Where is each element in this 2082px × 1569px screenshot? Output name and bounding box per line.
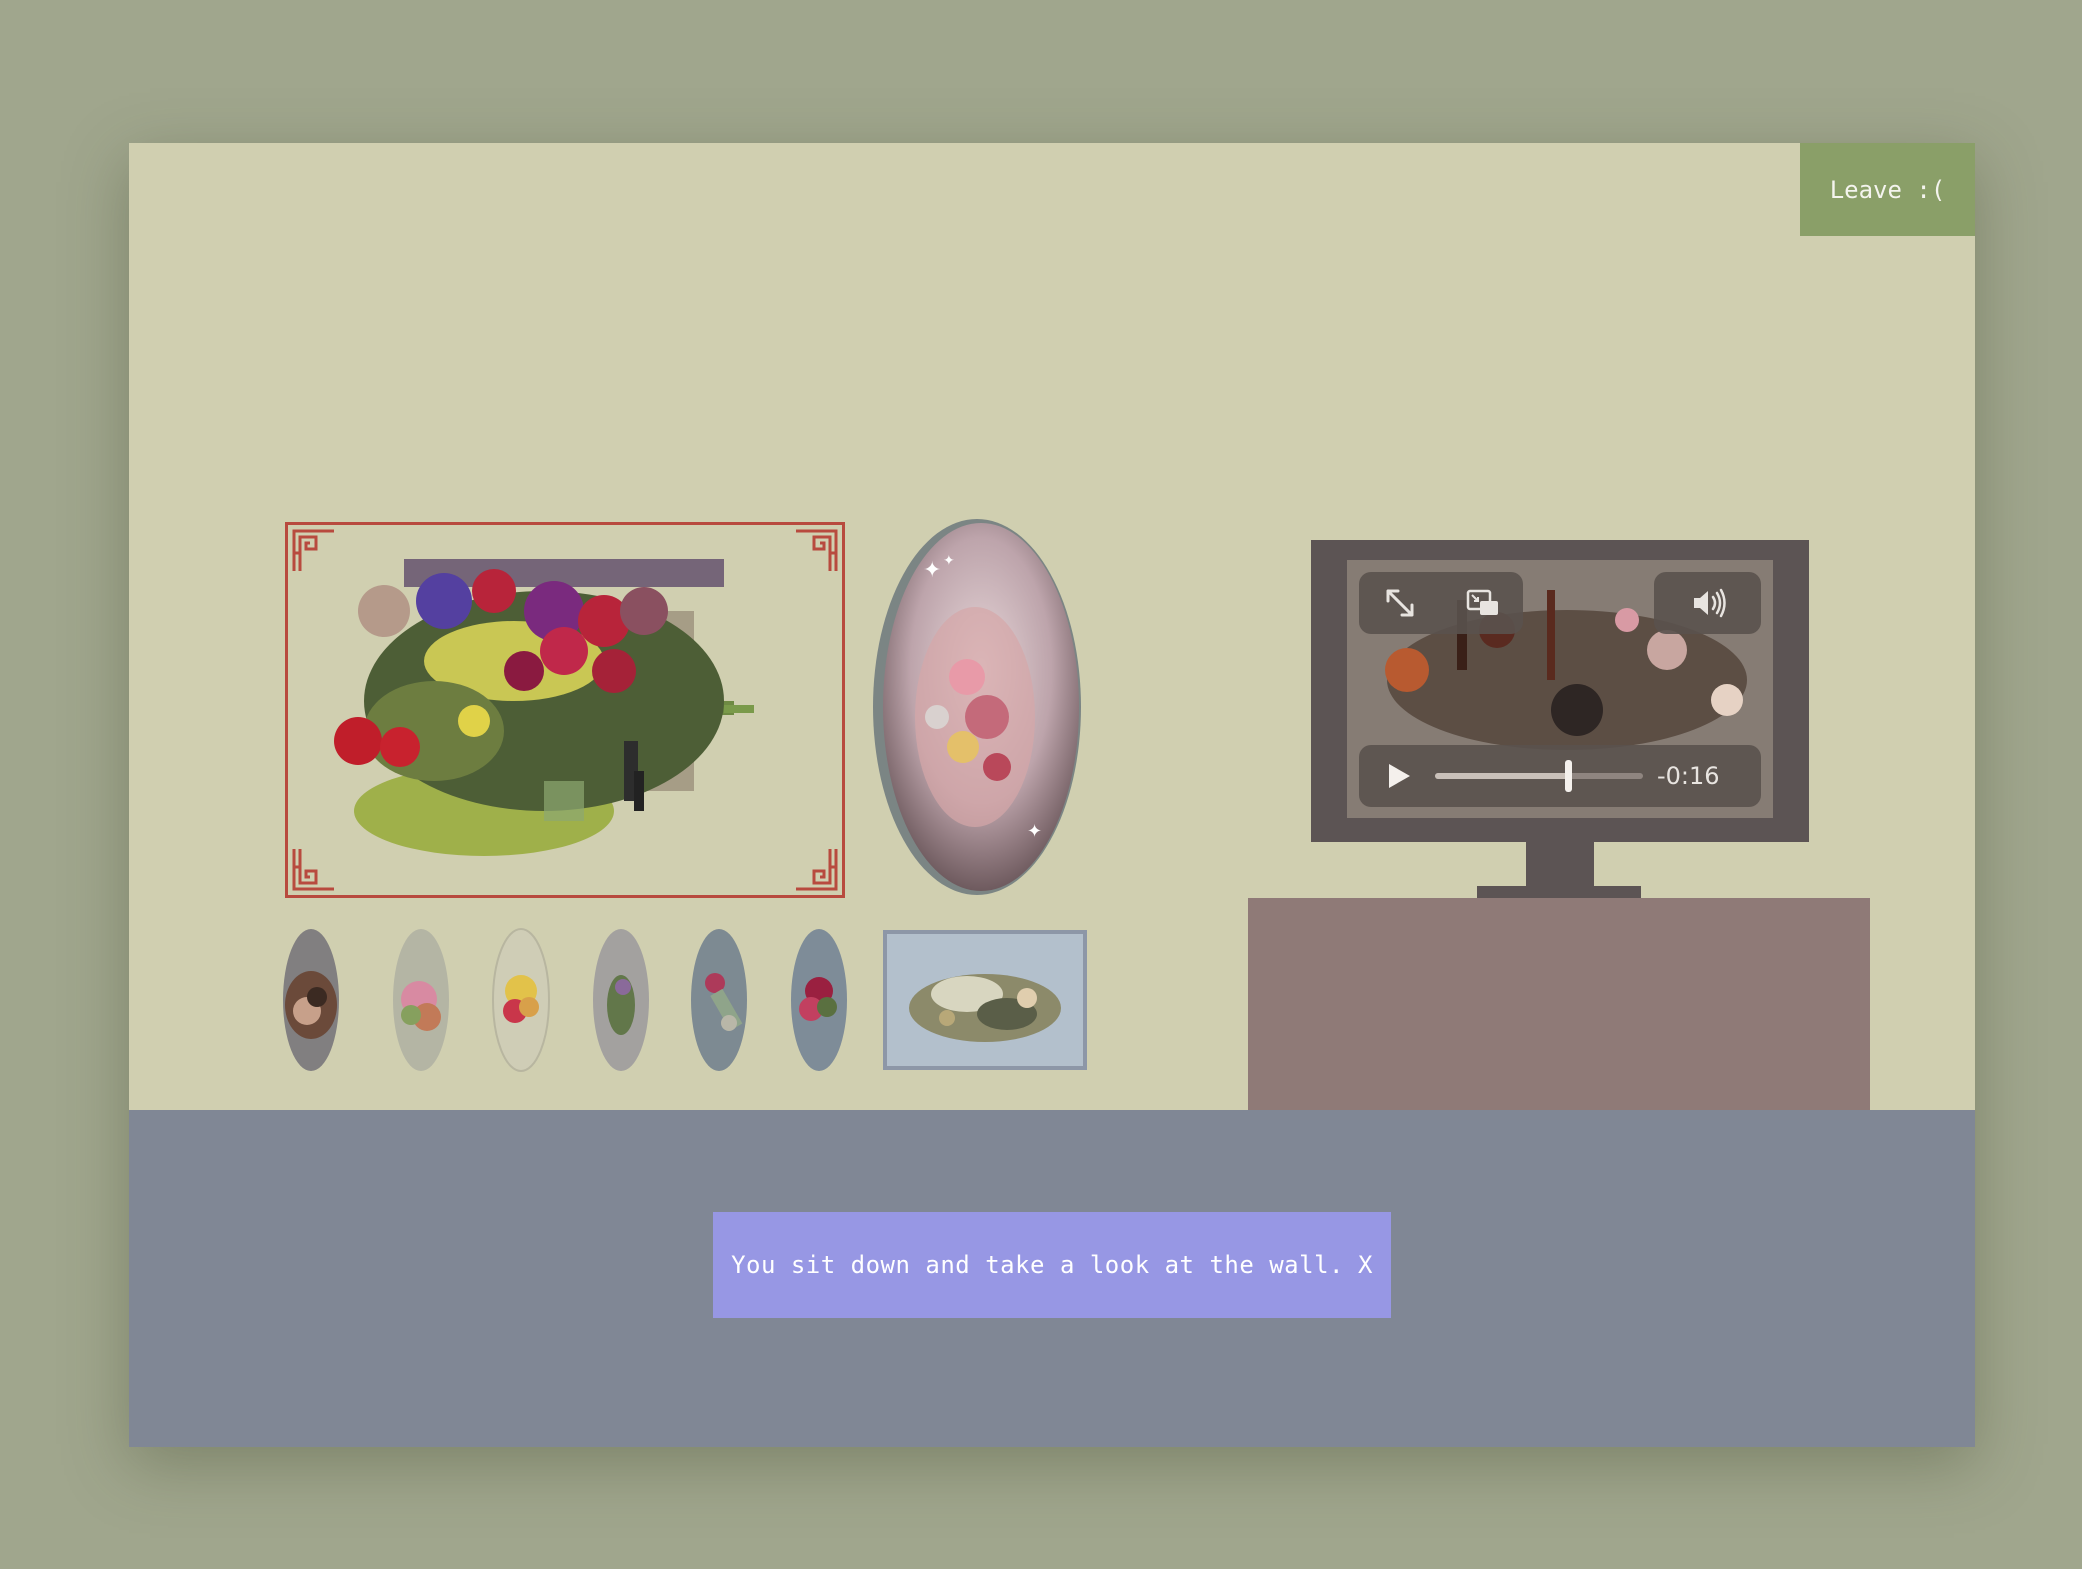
play-icon[interactable] [1383,761,1413,791]
volume-icon[interactable] [1688,583,1728,623]
flower-bouquet-artwork [334,559,754,856]
small-flower-portrait[interactable] [689,927,749,1073]
narration-dialog: You sit down and take a look at the wall… [713,1212,1391,1318]
small-framed-painting[interactable] [883,930,1087,1070]
leave-button[interactable]: Leave :( [1800,143,1975,236]
video-progress-bar[interactable] [1435,760,1643,792]
oval-mirror-painting[interactable]: ✦ ✦ ✦ [867,517,1082,897]
dialog-text: You sit down and take a look at the wall… [731,1251,1344,1279]
framed-flower-painting[interactable] [285,522,845,898]
dialog-close-button[interactable]: X [1358,1251,1373,1279]
video-scrubber-handle[interactable] [1565,760,1573,792]
player-top-left-controls [1359,572,1523,634]
small-flower-portrait[interactable] [391,927,451,1073]
tv-stand-base [1477,886,1641,898]
crumpled-flowers-artwork [909,974,1061,1042]
picture-in-picture-icon[interactable] [1462,583,1502,623]
television: -0:16 [1311,540,1809,842]
video-progress-fill [1435,773,1569,779]
tv-stand-neck [1526,842,1594,888]
small-flower-portrait[interactable] [591,927,651,1073]
svg-text:✦: ✦ [1027,821,1042,842]
small-flower-portrait[interactable] [491,927,551,1073]
player-volume-control [1654,572,1761,634]
player-bottom-controls: -0:16 [1359,745,1761,807]
video-player[interactable]: -0:16 [1347,560,1773,818]
small-flower-portrait[interactable] [789,927,849,1073]
svg-text:✦: ✦ [923,558,941,583]
svg-text:✦: ✦ [943,553,955,569]
small-flower-portrait[interactable] [281,927,341,1073]
tv-cabinet [1248,898,1870,1110]
room-scene: Leave :(✦ ✦ ✦ -0:16 You sit down and ta… [129,143,1975,1447]
time-remaining: -0:16 [1657,762,1720,790]
expand-icon[interactable] [1380,583,1420,623]
